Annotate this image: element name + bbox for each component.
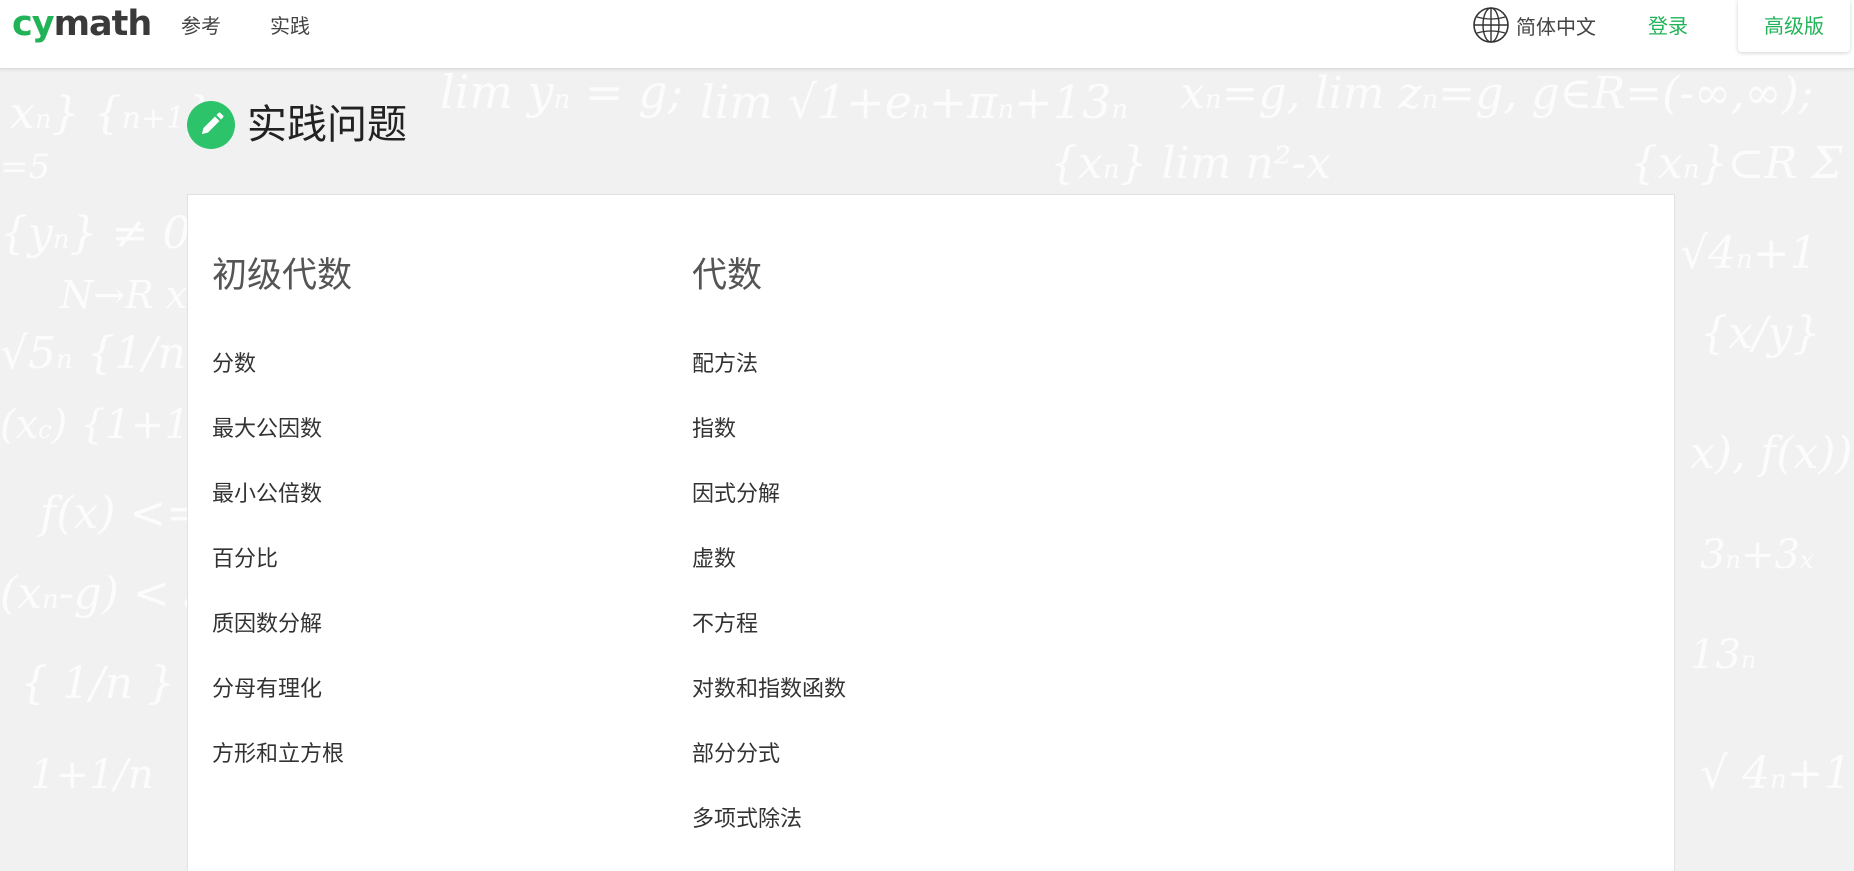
topic-link[interactable]: 分数 [212, 351, 256, 379]
svg-text:{xn} lim n²-x: {xn} lim n²-x [1050, 138, 1331, 189]
topic-link[interactable]: 多项式除法 [692, 806, 802, 834]
svg-text:xn=g, lim zn=g, g∈R=(-∞,∞);: xn=g, lim zn=g, g∈R=(-∞,∞); [1180, 68, 1813, 119]
svg-text:=5: =5 [0, 147, 50, 187]
topic-link[interactable]: 配方法 [692, 351, 758, 379]
topic-link[interactable]: 不方程 [692, 611, 758, 639]
topic-link[interactable]: 质因数分解 [212, 611, 322, 639]
pencil-icon [187, 101, 235, 149]
topic-link[interactable]: 对数和指数函数 [692, 676, 846, 704]
svg-text:√5n {1/n}: √5n {1/n} [0, 328, 214, 379]
section-title: 代数 [692, 256, 763, 296]
svg-text:xn} {n+1}: xn} {n+1} [10, 88, 213, 139]
page-heading: 实践问题 [187, 97, 407, 153]
topic-link[interactable]: 虚数 [692, 546, 736, 574]
svg-text:√4n+1: √4n+1 [1680, 228, 1818, 279]
topic-link[interactable]: 百分比 [212, 546, 278, 574]
page: xn} {n+1} =5 lim yn = g; lim √1+en+πn+13… [0, 0, 1854, 871]
logo-part-cy: cy [12, 4, 55, 44]
svg-text:√ 4n+1: √ 4n+1 [1700, 748, 1852, 799]
login-link[interactable]: 登录 [1648, 14, 1688, 38]
language-label: 简体中文 [1516, 14, 1596, 39]
topic-link[interactable]: 最小公倍数 [212, 481, 322, 509]
practice-topics-card: 初级代数 分数 最大公因数 最小公倍数 百分比 质因数分解 分母有理化 方形和立… [187, 194, 1675, 871]
nav-practice-link[interactable]: 实践 [270, 14, 310, 38]
svg-text:1+1/n: 1+1/n [30, 752, 154, 798]
pro-version-button[interactable]: 高级版 [1738, 0, 1850, 52]
top-navbar: cymath 参考 实践 简体中文 登录 高级版 [0, 0, 1854, 69]
svg-text:{x/y}: {x/y} [1700, 308, 1820, 359]
topic-link[interactable]: 指数 [692, 416, 736, 444]
section-title: 初级代数 [212, 256, 353, 296]
logo-part-math: math [53, 4, 153, 44]
nav-reference-link[interactable]: 参考 [181, 14, 221, 38]
language-selector[interactable]: 简体中文 [1472, 6, 1596, 44]
svg-text:lim √1+en+πn+13n: lim √1+en+πn+13n [700, 75, 1128, 129]
svg-text:N→R x: N→R x [59, 273, 187, 317]
topic-link[interactable]: 方形和立方根 [212, 741, 344, 769]
svg-text:13n: 13n [1690, 632, 1756, 678]
topic-link[interactable]: 最大公因数 [212, 416, 322, 444]
page-title: 实践问题 [247, 102, 407, 148]
svg-text:lim yn = g;: lim yn = g; [440, 68, 683, 119]
topic-link[interactable]: 因式分解 [692, 481, 780, 509]
cymath-logo[interactable]: cymath [12, 2, 153, 46]
topic-link[interactable]: 部分分式 [692, 741, 780, 769]
svg-text:(xn-g) < ε: (xn-g) < ε [0, 568, 207, 619]
svg-text:3n+3x: 3n+3x [1700, 532, 1814, 578]
topic-link[interactable]: 分母有理化 [212, 676, 322, 704]
svg-text:{xn}⊂R Σ: {xn}⊂R Σ [1630, 138, 1844, 189]
globe-icon [1473, 7, 1509, 43]
svg-text:x), f(x)) ≤: x), f(x)) ≤ [1690, 428, 1854, 479]
